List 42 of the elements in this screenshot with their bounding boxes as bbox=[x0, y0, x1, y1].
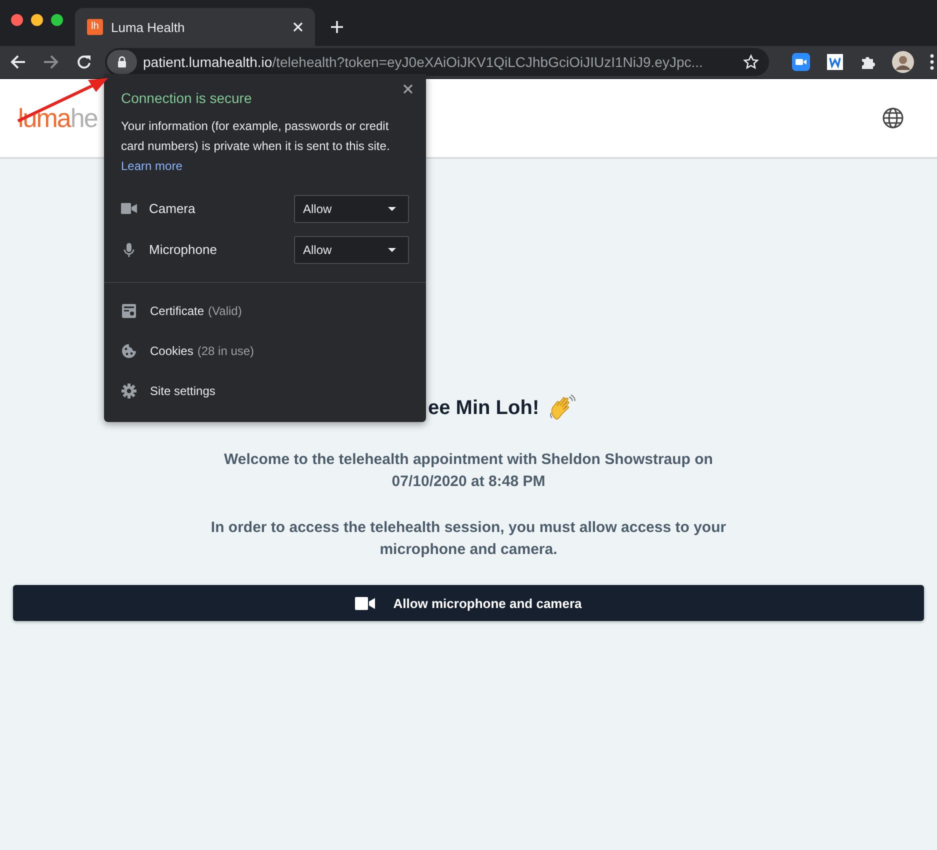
permission-label: Camera bbox=[149, 201, 196, 216]
settings-icon bbox=[121, 383, 137, 399]
permission-dropdown[interactable]: Allow bbox=[294, 194, 409, 222]
allow-access-button[interactable]: Allow microphone and camera bbox=[13, 585, 924, 621]
reload-icon[interactable] bbox=[76, 54, 92, 70]
site-info-link[interactable]: Cookies (28 in use) bbox=[150, 344, 254, 358]
permission-dropdown[interactable]: Allow bbox=[294, 236, 409, 264]
menu-icon[interactable] bbox=[930, 54, 934, 70]
new-tab-icon[interactable] bbox=[330, 20, 344, 34]
tab-title: Luma Health bbox=[111, 20, 186, 34]
microphone-icon bbox=[121, 242, 137, 258]
cookie-icon bbox=[121, 343, 137, 359]
document-icon[interactable] bbox=[826, 53, 844, 71]
globe-icon[interactable] bbox=[882, 107, 904, 129]
video-camera-icon bbox=[121, 203, 137, 214]
learn-more-link[interactable]: Learn more bbox=[121, 159, 182, 173]
minimize-window-icon[interactable] bbox=[31, 14, 43, 26]
permission-label: Microphone bbox=[149, 242, 218, 257]
browser-tab[interactable]: lh Luma Health bbox=[75, 8, 315, 46]
puzzle-icon[interactable] bbox=[860, 54, 876, 70]
greeting-heading: ee Min Loh! bbox=[428, 396, 540, 420]
site-info-link[interactable]: Site settings bbox=[150, 384, 216, 398]
info-text: Welcome to the telehealth appointment with Sheldon Showstraup on 07/10/2020 at 8:48 PM bbox=[223, 450, 714, 492]
close-icon[interactable] bbox=[403, 84, 413, 94]
info-text: In order to access the telehealth session, you must allow access to your microphone and camera. bbox=[210, 518, 728, 560]
video-camera-icon[interactable] bbox=[792, 53, 810, 71]
back-icon[interactable] bbox=[10, 54, 26, 70]
star-icon[interactable] bbox=[743, 54, 759, 70]
avatar-icon[interactable] bbox=[892, 51, 914, 73]
certificate-icon bbox=[121, 303, 137, 319]
security-description: Your information (for example, passwords or credit card numbers) is private when it is sent to this site. Learn more bbox=[121, 118, 391, 175]
forward-icon[interactable] bbox=[43, 54, 59, 70]
lock-icon[interactable] bbox=[107, 50, 137, 74]
address-bar[interactable]: patient.lumahealth.io/telehealth?token=eyJ0eXAiOiJKV1QiLCJhbGciOiJIUzI1NiJ9.eyJpc... bbox=[105, 48, 769, 76]
url-text: patient.lumahealth.io/telehealth?token=eyJ0eXAiOiJKV1QiLCJhbGciOiJIUzI1NiJ9.eyJpc... bbox=[143, 54, 704, 70]
video-camera-icon bbox=[355, 596, 376, 610]
close-window-icon[interactable] bbox=[11, 14, 23, 26]
favicon: lh bbox=[87, 19, 103, 35]
popup-title: Connection is secure bbox=[121, 90, 253, 106]
maximize-window-icon[interactable] bbox=[51, 14, 63, 26]
logo: lumahe bbox=[18, 102, 98, 134]
site-info-link[interactable]: Certificate (Valid) bbox=[150, 304, 242, 318]
